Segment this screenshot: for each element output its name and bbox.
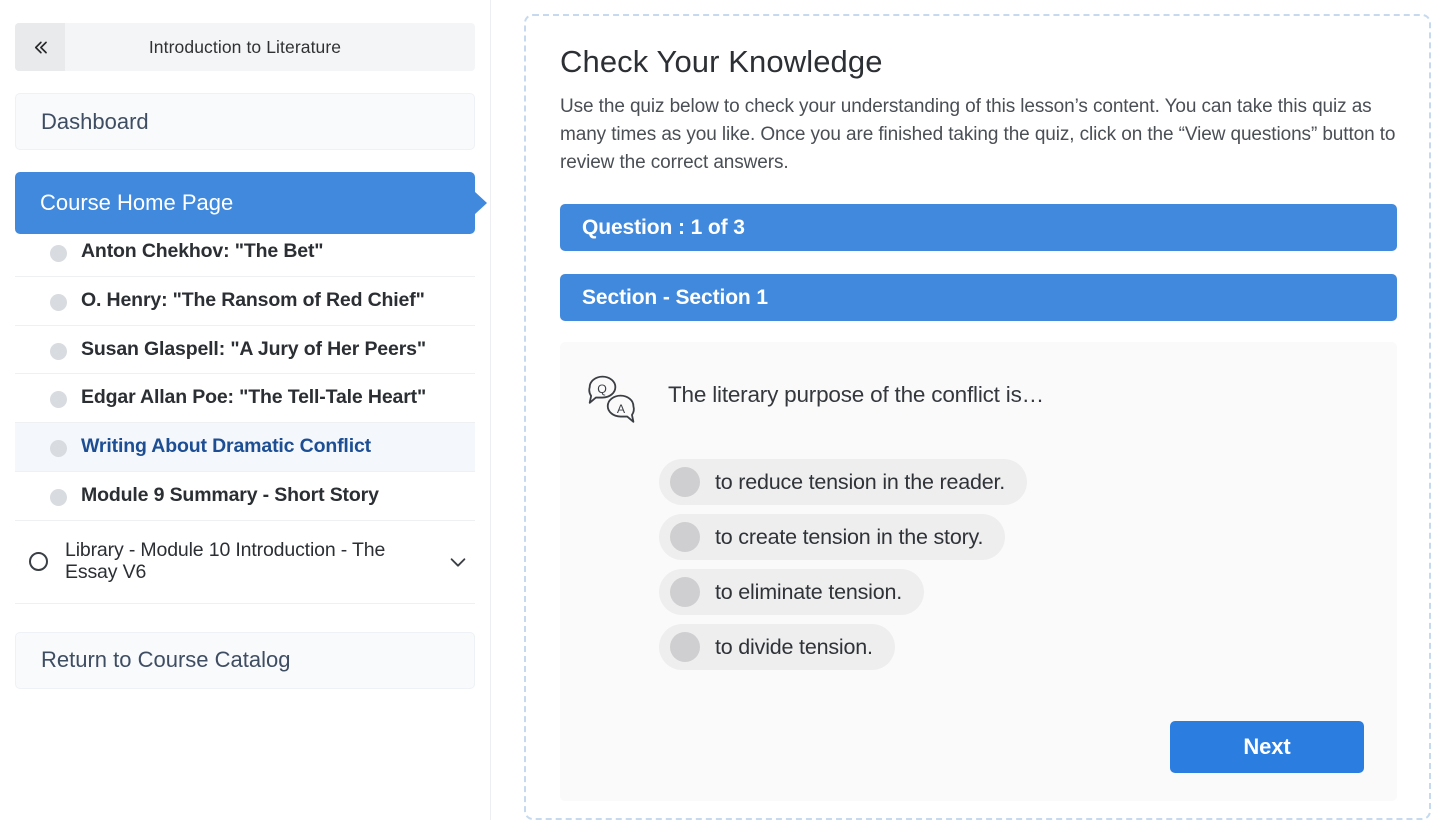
question-answer-bubbles-icon: Q A bbox=[584, 370, 641, 427]
library-item-label: Library - Module 10 Introduction - The E… bbox=[65, 540, 430, 584]
lesson-label: O. Henry: "The Ransom of Red Chief" bbox=[81, 290, 425, 312]
quiz-panel: Check Your Knowledge Use the quiz below … bbox=[524, 14, 1431, 820]
empty-circle-icon bbox=[29, 552, 48, 571]
list-item[interactable]: Module 9 Summary - Short Story bbox=[15, 471, 475, 520]
answer-options: to reduce tension in the reader. to crea… bbox=[584, 459, 1369, 679]
answer-option[interactable]: to divide tension. bbox=[659, 624, 895, 670]
course-header: Introduction to Literature bbox=[15, 23, 475, 71]
next-button[interactable]: Next bbox=[1170, 721, 1364, 773]
course-player: Introduction to Literature Dashboard Cou… bbox=[0, 0, 1445, 820]
question-row: Q A The literary purpose of the conflict… bbox=[584, 368, 1369, 427]
answer-option[interactable]: to create tension in the story. bbox=[659, 514, 1005, 560]
collapse-sidebar-button[interactable] bbox=[15, 23, 65, 71]
question-card: Q A The literary purpose of the conflict… bbox=[560, 342, 1397, 801]
answer-option[interactable]: to reduce tension in the reader. bbox=[659, 459, 1027, 505]
lesson-list: Anton Chekhov: "The Bet" O. Henry: "The … bbox=[15, 228, 475, 520]
list-item[interactable]: O. Henry: "The Ransom of Red Chief" bbox=[15, 276, 475, 325]
answer-option-label: to reduce tension in the reader. bbox=[715, 470, 1005, 495]
course-title: Introduction to Literature bbox=[65, 23, 475, 71]
answer-option-row: to eliminate tension. bbox=[659, 569, 1369, 624]
course-home-label: Course Home Page bbox=[40, 190, 233, 216]
course-sidebar: Introduction to Literature Dashboard Cou… bbox=[0, 0, 491, 820]
lesson-label: Module 9 Summary - Short Story bbox=[81, 485, 379, 507]
lesson-label: Edgar Allan Poe: "The Tell-Tale Heart" bbox=[81, 387, 426, 409]
lesson-status-dot-icon bbox=[50, 440, 67, 457]
svg-text:A: A bbox=[617, 402, 626, 416]
quiz-description: Use the quiz below to check your underst… bbox=[560, 93, 1397, 177]
lesson-status-dot-icon bbox=[50, 391, 67, 408]
return-to-course-catalog-button[interactable]: Return to Course Catalog bbox=[15, 632, 475, 689]
sidebar-item-course-home-page[interactable]: Course Home Page bbox=[15, 172, 475, 234]
list-item[interactable]: Anton Chekhov: "The Bet" bbox=[15, 228, 475, 276]
active-pointer-icon bbox=[474, 191, 487, 215]
lesson-status-dot-icon bbox=[50, 343, 67, 360]
lesson-status-dot-icon bbox=[50, 294, 67, 311]
lesson-label: Writing About Dramatic Conflict bbox=[81, 436, 371, 458]
sidebar-inner: Introduction to Literature Dashboard Cou… bbox=[0, 23, 490, 689]
list-item[interactable]: Edgar Allan Poe: "The Tell-Tale Heart" bbox=[15, 373, 475, 422]
radio-button-icon[interactable] bbox=[670, 467, 700, 497]
list-item-active[interactable]: Writing About Dramatic Conflict bbox=[15, 422, 475, 471]
lesson-label: Susan Glaspell: "A Jury of Her Peers" bbox=[81, 339, 426, 361]
question-text: The literary purpose of the conflict is… bbox=[668, 368, 1044, 408]
answer-option-row: to divide tension. bbox=[659, 624, 1369, 679]
question-progress-bar: Question : 1 of 3 bbox=[560, 204, 1397, 251]
lesson-status-dot-icon bbox=[50, 245, 67, 262]
list-item[interactable]: Susan Glaspell: "A Jury of Her Peers" bbox=[15, 325, 475, 374]
sidebar-item-dashboard[interactable]: Dashboard bbox=[15, 93, 475, 150]
answer-option-label: to eliminate tension. bbox=[715, 580, 902, 605]
main-content: Check Your Knowledge Use the quiz below … bbox=[491, 0, 1445, 820]
page-title: Check Your Knowledge bbox=[560, 44, 1397, 80]
sidebar-item-library-module-10[interactable]: Library - Module 10 Introduction - The E… bbox=[15, 521, 475, 604]
answer-option-label: to divide tension. bbox=[715, 635, 873, 660]
lesson-status-dot-icon bbox=[50, 489, 67, 506]
answer-option-label: to create tension in the story. bbox=[715, 525, 983, 550]
answer-option-row: to create tension in the story. bbox=[659, 514, 1369, 569]
section-bar: Section - Section 1 bbox=[560, 274, 1397, 321]
radio-button-icon[interactable] bbox=[670, 577, 700, 607]
svg-text:Q: Q bbox=[597, 382, 607, 396]
chevron-down-icon[interactable] bbox=[447, 551, 469, 573]
radio-button-icon[interactable] bbox=[670, 632, 700, 662]
answer-option-row: to reduce tension in the reader. bbox=[659, 459, 1369, 514]
lesson-label: Anton Chekhov: "The Bet" bbox=[81, 241, 323, 263]
answer-option[interactable]: to eliminate tension. bbox=[659, 569, 924, 615]
radio-button-icon[interactable] bbox=[670, 522, 700, 552]
double-chevron-left-icon bbox=[31, 38, 50, 57]
